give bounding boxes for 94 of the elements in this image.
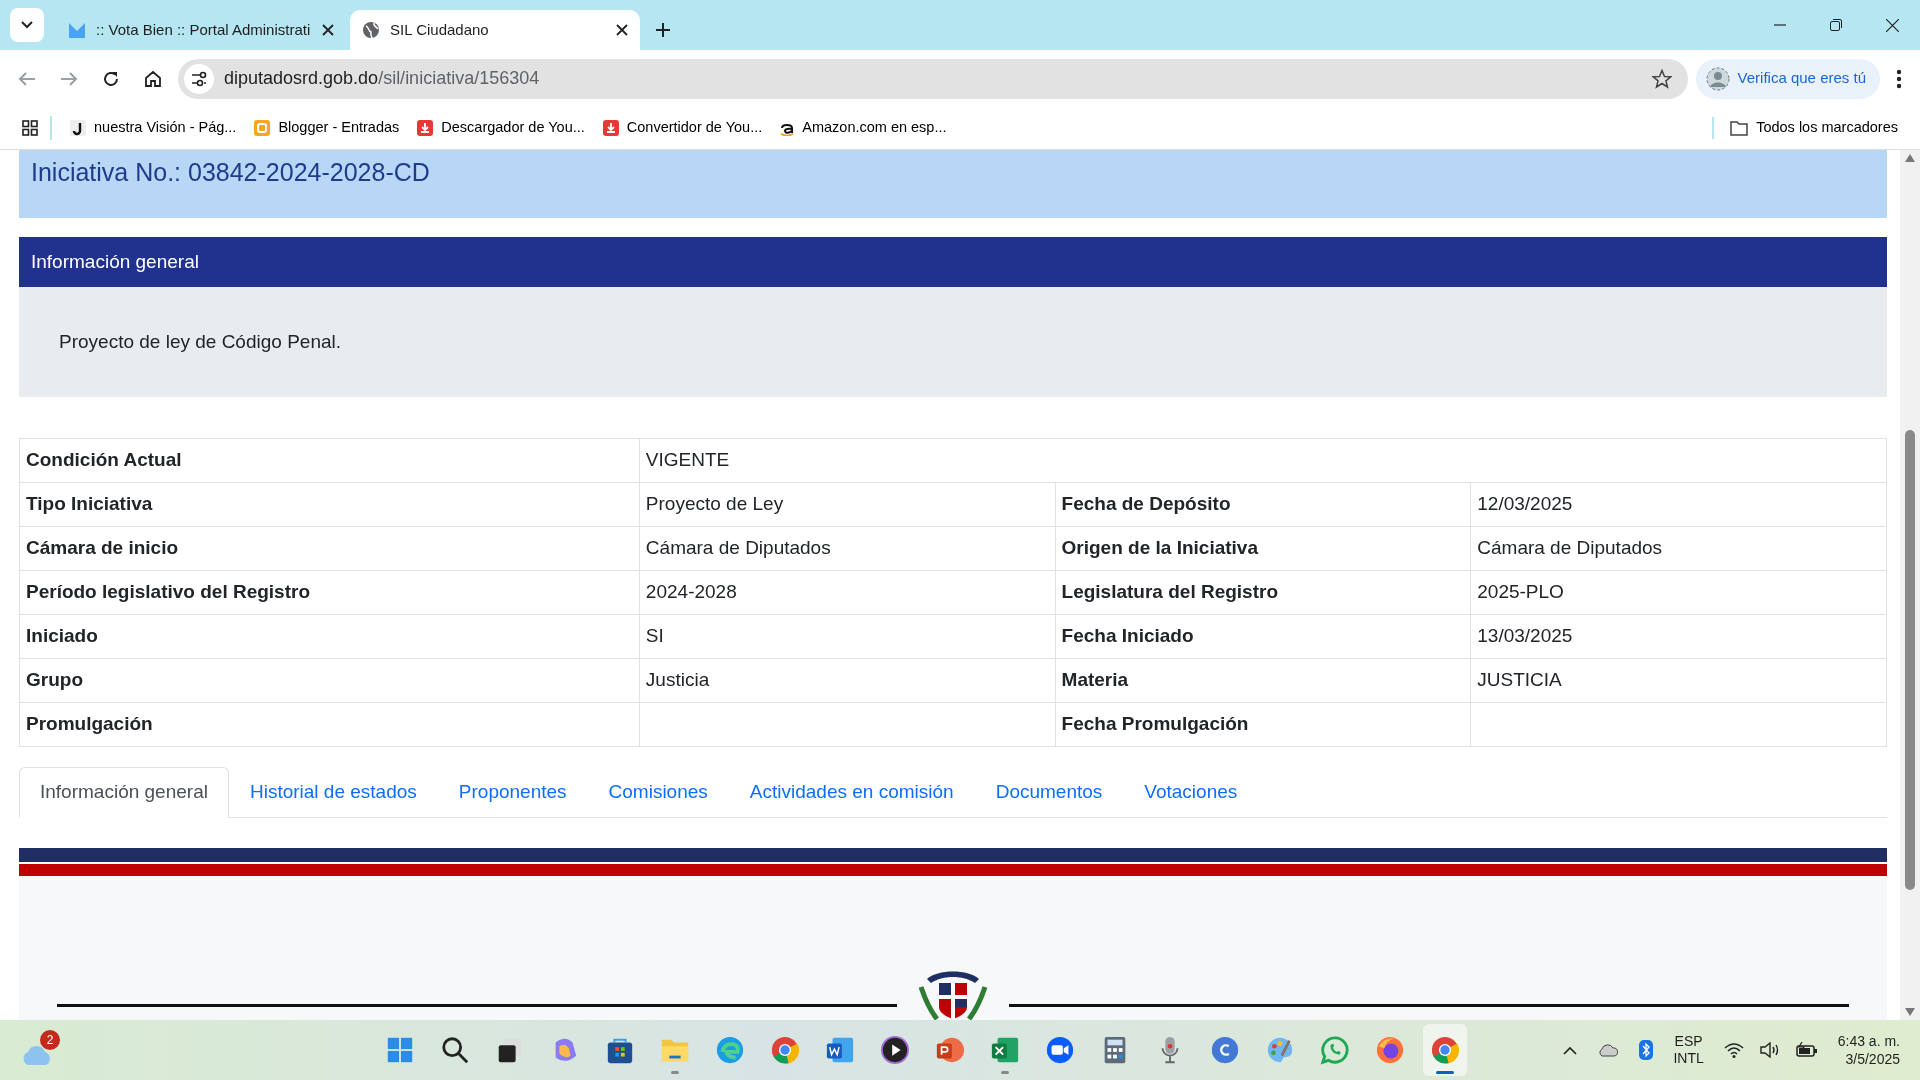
- spreadsheet-icon: [990, 1035, 1020, 1065]
- download-icon: [417, 120, 434, 136]
- tab[interactable]: Información general: [19, 767, 229, 818]
- avatar-icon: [1705, 66, 1730, 91]
- tab-search-button[interactable]: [10, 8, 44, 42]
- bluetooth-icon[interactable]: [1639, 1040, 1654, 1060]
- field-label: Período legislativo del Registro: [19, 570, 640, 615]
- blog-icon: [254, 120, 271, 136]
- browser-logo-icon: [770, 1035, 800, 1065]
- field-value: VIGENTE: [639, 438, 1887, 483]
- flag-icon: [68, 21, 86, 39]
- bookmark-item[interactable]: Amazon.com en esp...: [780, 117, 947, 139]
- bookmark-item[interactable]: Convertidor de You...: [602, 117, 763, 139]
- forward-arrow-icon[interactable]: [60, 70, 78, 87]
- download-icon: [602, 120, 619, 136]
- field-value: 13/03/2025: [1470, 614, 1887, 659]
- scroll-down-arrow-icon[interactable]: [1905, 1008, 1915, 1016]
- field-value: 2025-PLO: [1470, 570, 1887, 615]
- browser-logo-icon: [1430, 1035, 1460, 1065]
- star-icon[interactable]: [1651, 68, 1672, 89]
- browser-tab[interactable]: SIL Ciudadano: [350, 10, 640, 50]
- input-language-indicator[interactable]: ESP INTL: [1673, 1032, 1704, 1068]
- scrollbar[interactable]: [1900, 150, 1920, 1020]
- chevron-down-icon: [20, 20, 34, 30]
- notification-badge: 2: [40, 1030, 60, 1050]
- field-value: SI: [639, 614, 1056, 659]
- field-label: Promulgación: [19, 702, 640, 747]
- letter-tile-icon: [70, 120, 86, 136]
- profile-button[interactable]: Verifica que eres tú: [1695, 58, 1880, 99]
- cloud-icon[interactable]: [1597, 1043, 1620, 1057]
- folder-icon: [1730, 120, 1749, 136]
- address-bar[interactable]: diputadosrd.gob.do/sil/iniciativa/156304: [178, 58, 1688, 99]
- field-value: JUSTICIA: [1470, 658, 1887, 703]
- close-icon[interactable]: [1885, 18, 1899, 32]
- restore-icon[interactable]: [1830, 19, 1842, 31]
- scroll-up-arrow-icon[interactable]: [1905, 154, 1915, 162]
- field-label: Fecha Promulgación: [1055, 702, 1471, 747]
- tab[interactable]: Documentos: [974, 767, 1124, 818]
- speaker-icon[interactable]: [1759, 1042, 1780, 1058]
- field-label: Origen de la Iniciativa: [1055, 526, 1471, 571]
- wave-circle-icon: [715, 1035, 745, 1065]
- field-label: Cámara de inicio: [19, 526, 640, 571]
- start-icon: [385, 1035, 415, 1065]
- globe-icon: [362, 21, 380, 39]
- field-value: 2024-2028: [639, 570, 1056, 615]
- tab[interactable]: Historial de estados: [228, 767, 438, 818]
- close-icon[interactable]: [322, 24, 334, 36]
- field-value: Proyecto de Ley: [639, 482, 1056, 527]
- back-arrow-icon[interactable]: [18, 70, 36, 87]
- chevron-up-icon[interactable]: [1563, 1045, 1578, 1055]
- field-label: Legislatura del Registro: [1055, 570, 1471, 615]
- field-value: Justicia: [639, 658, 1056, 703]
- bookmark-item[interactable]: Descargador de You...: [417, 117, 585, 139]
- video-call-icon: [1045, 1035, 1075, 1065]
- fox-globe-icon: [1375, 1035, 1405, 1065]
- palette-icon: [1265, 1035, 1295, 1065]
- field-label: Iniciado: [19, 614, 640, 659]
- play-icon: [880, 1035, 910, 1065]
- home-icon[interactable]: [144, 69, 162, 88]
- tab[interactable]: Votaciones: [1123, 767, 1259, 818]
- clock[interactable]: 6:43 a. m. 3/5/2025: [1837, 1031, 1900, 1069]
- apps-grid-icon[interactable]: [22, 120, 38, 136]
- field-label: Fecha Iniciado: [1055, 614, 1471, 659]
- bookmark-item[interactable]: nuestra Visión - Pág...: [70, 117, 237, 139]
- browser-tab[interactable]: :: Vota Bien :: Portal Administrati: [56, 10, 346, 50]
- document-icon: [825, 1035, 855, 1065]
- more-menu-icon[interactable]: [1896, 68, 1902, 89]
- design-app-icon: [1210, 1035, 1240, 1065]
- presentation-icon: [935, 1035, 965, 1065]
- new-tab-icon[interactable]: [656, 23, 670, 37]
- field-label: Condición Actual: [19, 438, 640, 483]
- field-value: 12/03/2025: [1470, 482, 1887, 527]
- tab[interactable]: Comisiones: [587, 767, 729, 818]
- field-value: Cámara de Diputados: [1470, 526, 1887, 571]
- all-bookmarks-button[interactable]: Todos los marcadores: [1712, 117, 1898, 139]
- field-label: Fecha de Depósito: [1055, 482, 1471, 527]
- reload-icon[interactable]: [103, 70, 119, 87]
- chat-bubble-icon: [1320, 1035, 1350, 1065]
- close-icon[interactable]: [616, 24, 628, 36]
- tab[interactable]: Proponentes: [437, 767, 588, 818]
- bookmark-item[interactable]: Blogger - Entradas: [254, 117, 400, 139]
- url-text[interactable]: diputadosrd.gob.do/sil/iniciativa/156304: [224, 65, 540, 92]
- section-header: Información general: [19, 237, 1887, 287]
- field-label: Tipo Iniciativa: [19, 482, 640, 527]
- field-label: Grupo: [19, 658, 640, 703]
- field-label: Materia: [1055, 658, 1471, 703]
- wifi-icon[interactable]: [1723, 1042, 1744, 1058]
- search-icon: [440, 1035, 470, 1065]
- description-text: Proyecto de ley de Código Penal.: [59, 329, 341, 354]
- site-settings-icon[interactable]: [184, 63, 214, 94]
- battery-charging-icon[interactable]: [1795, 1042, 1818, 1058]
- tab[interactable]: Actividades en comisión: [728, 767, 975, 818]
- field-value: Cámara de Diputados: [639, 526, 1056, 571]
- page-title: Iniciativa No.: 03842-2024-2028-CD: [31, 158, 430, 186]
